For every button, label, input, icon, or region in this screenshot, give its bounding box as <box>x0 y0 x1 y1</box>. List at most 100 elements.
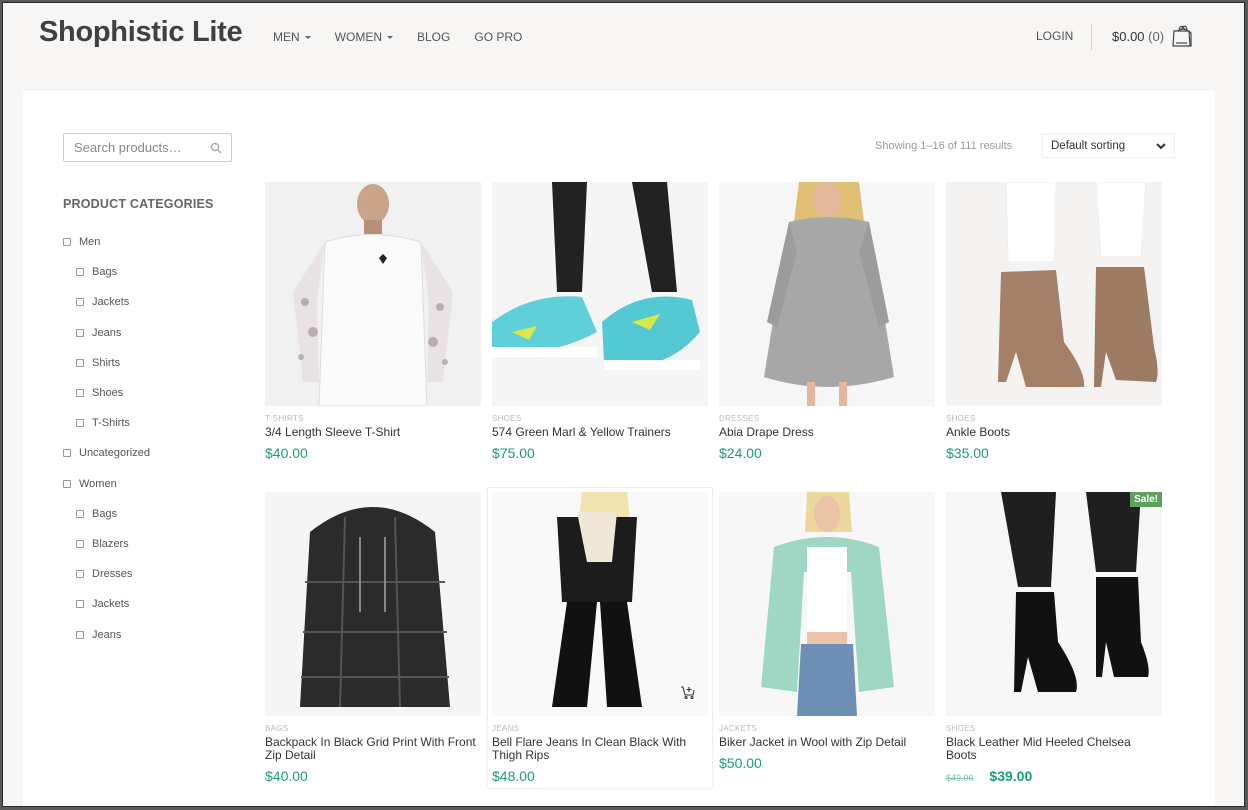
checkbox[interactable] <box>76 419 84 428</box>
product-category: JACKETS <box>719 724 758 733</box>
checkbox[interactable] <box>76 630 84 639</box>
product-category: SHOES <box>492 414 522 423</box>
product-image-dress[interactable] <box>719 182 935 406</box>
checkbox[interactable] <box>76 539 84 548</box>
category-label: Jeans <box>92 326 122 339</box>
caret-down-icon <box>387 35 393 39</box>
product-search[interactable] <box>63 133 232 162</box>
search-icon[interactable] <box>210 142 222 154</box>
nav-item-go-pro[interactable]: GO PRO <box>474 30 522 44</box>
cart-total: $0.00 <box>1112 29 1145 44</box>
product-image-chelsea-boots[interactable]: Sale! <box>946 492 1162 716</box>
category-women-jackets[interactable]: Jackets <box>63 589 150 619</box>
checkbox[interactable] <box>76 358 84 367</box>
category-label: Jackets <box>92 296 130 309</box>
nav-item-men[interactable]: MEN <box>273 30 311 44</box>
product-card[interactable]: SHOES 574 Green Marl & Yellow Trainers $… <box>492 182 708 461</box>
original-price: $49.00 <box>946 773 974 783</box>
product-title[interactable]: Bell Flare Jeans In Clean Black With Thi… <box>492 736 708 762</box>
category-women-bags[interactable]: Bags <box>63 499 150 529</box>
sort-select[interactable]: Default sorting <box>1042 134 1175 158</box>
product-title[interactable]: Abia Drape Dress <box>719 426 935 439</box>
product-image-trainers[interactable] <box>492 182 708 406</box>
product-title[interactable]: Ankle Boots <box>946 426 1162 439</box>
category-label: Blazers <box>92 537 129 550</box>
category-label: Dresses <box>92 568 133 581</box>
category-men-shoes[interactable]: Shoes <box>63 378 150 408</box>
category-label: Jeans <box>92 628 122 641</box>
product-title[interactable]: Biker Jacket in Wool with Zip Detail <box>719 736 935 749</box>
product-image-ankle-boots[interactable] <box>946 182 1162 406</box>
category-label: Men <box>79 236 101 249</box>
product-category: DRESSES <box>719 414 760 423</box>
product-image-tshirt[interactable] <box>265 182 481 406</box>
cart-count: (0) <box>1148 29 1165 44</box>
main-nav: MEN WOMEN BLOG GO PRO <box>273 30 546 44</box>
category-men-t-shirts[interactable]: T-Shirts <box>63 408 150 438</box>
header-divider <box>1091 24 1092 50</box>
product-price: $49.00 $39.00 <box>946 768 1162 784</box>
nav-item-women[interactable]: WOMEN <box>335 30 393 44</box>
cart-summary[interactable]: $0.00 (0) <box>1112 29 1164 44</box>
product-price: $24.00 <box>719 445 762 461</box>
category-women[interactable]: Women <box>63 469 150 499</box>
category-men-jeans[interactable]: Jeans <box>63 318 150 348</box>
category-label: T-Shirts <box>92 417 130 430</box>
product-title[interactable]: 3/4 Length Sleeve T-Shirt <box>265 426 481 439</box>
caret-down-icon <box>304 35 311 39</box>
category-women-blazers[interactable]: Blazers <box>63 529 150 559</box>
site-header: Shophistic Lite MEN WOMEN BLOG GO PRO LO… <box>3 3 1244 83</box>
site-logo[interactable]: Shophistic Lite <box>39 16 243 49</box>
checkbox[interactable] <box>76 298 84 307</box>
checkbox[interactable] <box>63 238 71 247</box>
category-uncategorized[interactable]: Uncategorized <box>63 438 150 468</box>
category-men-shirts[interactable]: Shirts <box>63 348 150 378</box>
shopping-bag-icon[interactable] <box>1171 22 1193 48</box>
nav-label: GO PRO <box>474 30 523 44</box>
search-input[interactable] <box>64 140 204 155</box>
product-image-backpack[interactable] <box>265 492 481 716</box>
product-card[interactable]: Sale! SHOES Black Leather Mid Heeled Che… <box>946 492 1162 784</box>
product-title[interactable]: Black Leather Mid Heeled Chelsea Boots <box>946 736 1162 762</box>
product-card[interactable]: BAGS Backpack In Black Grid Print With F… <box>265 492 481 784</box>
product-price: $40.00 <box>265 445 308 461</box>
product-card[interactable]: JEANS Bell Flare Jeans In Clean Black Wi… <box>487 487 713 789</box>
category-label: Uncategorized <box>79 447 150 460</box>
product-card[interactable]: T-SHIRTS 3/4 Length Sleeve T-Shirt $40.0… <box>265 182 481 461</box>
checkbox[interactable] <box>63 479 71 488</box>
category-label: Jackets <box>92 598 130 611</box>
sale-price: $39.00 <box>989 768 1033 784</box>
product-category: SHOES <box>946 724 976 733</box>
nav-item-blog[interactable]: BLOG <box>417 30 450 44</box>
category-women-dresses[interactable]: Dresses <box>63 559 150 589</box>
product-image-flare-jeans[interactable] <box>492 492 708 716</box>
result-count: Showing 1–16 of 111 results <box>875 140 1013 152</box>
checkbox[interactable] <box>76 268 84 277</box>
category-men[interactable]: Men <box>63 227 150 257</box>
sale-badge: Sale! <box>1130 492 1162 507</box>
browser-viewport: Shophistic Lite MEN WOMEN BLOG GO PRO LO… <box>2 2 1245 807</box>
product-price: $75.00 <box>492 445 535 461</box>
login-link[interactable]: LOGIN <box>1036 29 1073 43</box>
product-category: JEANS <box>492 724 520 733</box>
product-image-biker-jacket[interactable] <box>719 492 935 716</box>
product-card[interactable]: JACKETS Biker Jacket in Wool with Zip De… <box>719 492 935 771</box>
checkbox[interactable] <box>76 570 84 579</box>
checkbox[interactable] <box>76 600 84 609</box>
checkbox[interactable] <box>76 389 84 398</box>
product-card[interactable]: SHOES Ankle Boots $35.00 <box>946 182 1162 461</box>
checkbox[interactable] <box>63 449 71 458</box>
category-label: Bags <box>92 507 118 520</box>
product-title[interactable]: 574 Green Marl & Yellow Trainers <box>492 426 708 439</box>
checkbox[interactable] <box>76 328 84 337</box>
product-category: T-SHIRTS <box>265 414 304 423</box>
product-price: $50.00 <box>719 755 762 771</box>
add-to-cart-icon[interactable] <box>680 684 696 700</box>
product-card[interactable]: DRESSES Abia Drape Dress $24.00 <box>719 182 935 461</box>
category-men-jackets[interactable]: Jackets <box>63 287 150 317</box>
category-women-jeans[interactable]: Jeans <box>63 619 150 649</box>
checkbox[interactable] <box>76 509 84 518</box>
product-title[interactable]: Backpack In Black Grid Print With Front … <box>265 736 481 762</box>
nav-label: BLOG <box>417 30 451 44</box>
category-men-bags[interactable]: Bags <box>63 257 150 287</box>
